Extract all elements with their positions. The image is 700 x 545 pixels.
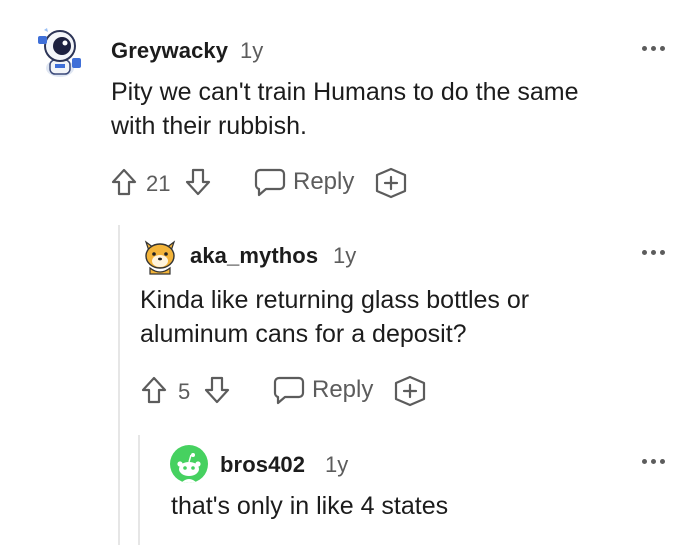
shiba-avatar-icon[interactable] (140, 236, 180, 276)
comment-timestamp[interactable]: 1y (240, 38, 263, 64)
downvote-button[interactable] (184, 167, 212, 197)
snoo-avatar-icon[interactable] (170, 445, 208, 483)
award-button[interactable] (374, 167, 408, 199)
reply-button[interactable]: Reply (254, 165, 354, 199)
upvote-button[interactable] (110, 167, 138, 197)
reply-button[interactable]: Reply (273, 373, 373, 407)
comment-username[interactable]: aka_mythos (190, 243, 318, 269)
upvote-button[interactable] (140, 375, 168, 405)
award-button[interactable] (393, 375, 427, 407)
vote-count: 21 (146, 171, 171, 196)
upvote-icon (141, 376, 167, 404)
comment-timestamp[interactable]: 1y (325, 452, 348, 478)
more-options-icon[interactable] (642, 457, 666, 465)
downvote-icon (185, 168, 211, 196)
speech-bubble-icon (254, 168, 286, 197)
comment-body: Kinda like returning glass bottles or al… (140, 283, 680, 351)
upvote-icon (111, 168, 137, 196)
comment-body-line: Kinda like returning glass bottles or (140, 286, 530, 314)
comment-username[interactable]: bros402 (220, 452, 305, 478)
more-options-icon[interactable] (642, 44, 666, 52)
thread-line-level-2[interactable] (138, 435, 140, 545)
astronaut-avatar-icon[interactable] (34, 24, 86, 78)
comment-username[interactable]: Greywacky (111, 38, 228, 64)
speech-bubble-icon (273, 376, 305, 405)
award-plus-icon (394, 375, 426, 407)
more-options-icon[interactable] (642, 248, 666, 256)
reply-label: Reply (293, 168, 355, 195)
award-plus-icon (375, 167, 407, 199)
comment-body-line: aluminum cans for a deposit? (140, 320, 467, 348)
vote-count: 5 (178, 379, 191, 404)
downvote-icon (204, 376, 230, 404)
comment-body: Pity we can't train Humans to do the sam… (111, 75, 671, 143)
comment-body-line: that's only in like 4 states (171, 492, 449, 520)
comment-body-line: with their rubbish. (111, 112, 307, 140)
comment-timestamp[interactable]: 1y (333, 243, 356, 269)
comment-body: that's only in like 4 states (171, 489, 671, 523)
thread-line-level-1[interactable] (118, 225, 120, 545)
comment-body-line: Pity we can't train Humans to do the sam… (111, 78, 579, 106)
downvote-button[interactable] (203, 375, 231, 405)
reply-label: Reply (312, 376, 374, 403)
